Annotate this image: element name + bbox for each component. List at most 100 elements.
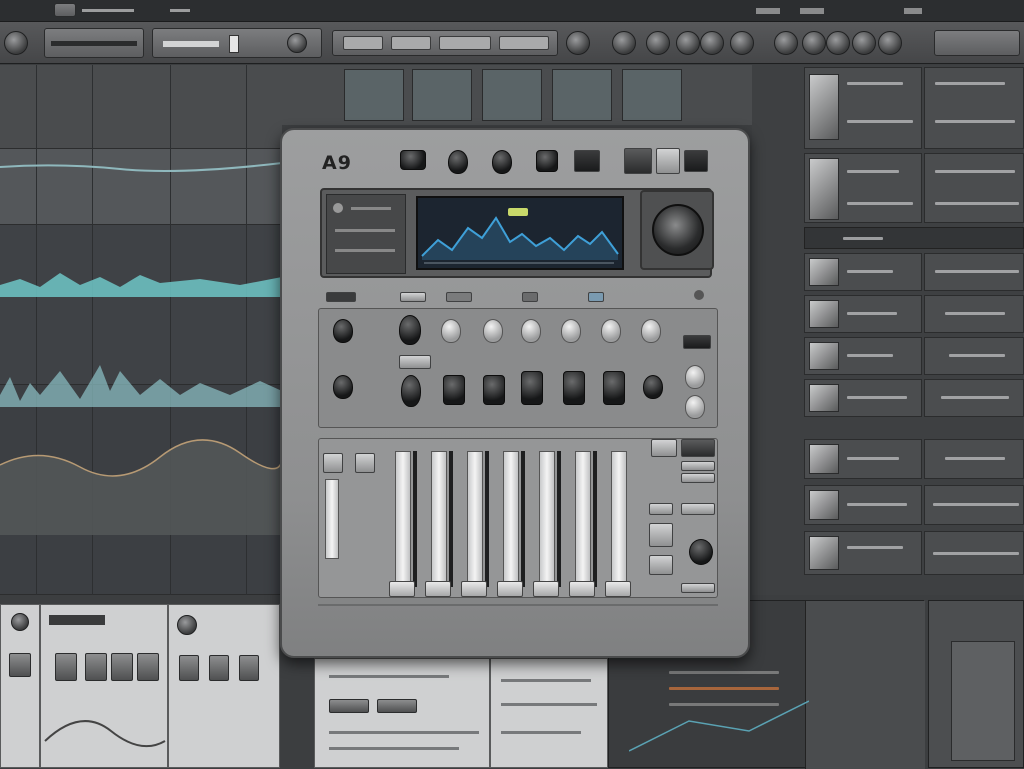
side-button[interactable]	[681, 503, 715, 515]
fader-cap[interactable]	[605, 581, 631, 597]
browser-item[interactable]	[924, 531, 1024, 575]
menu-item[interactable]	[82, 9, 134, 12]
channel-fader[interactable]	[503, 451, 519, 587]
browser-item[interactable]	[924, 153, 1024, 223]
control-knob[interactable]	[563, 371, 585, 405]
side-button[interactable]	[649, 555, 673, 575]
control-knob[interactable]	[521, 319, 541, 343]
top-knob[interactable]	[536, 150, 558, 172]
browser-item[interactable]	[924, 337, 1024, 375]
control-knob[interactable]	[601, 319, 621, 343]
rewind-icon[interactable]	[566, 31, 590, 55]
channel-fader[interactable]	[467, 451, 483, 587]
punch-in-icon[interactable]	[730, 31, 754, 55]
fader-button[interactable]	[323, 453, 343, 473]
browser-item[interactable]	[924, 295, 1024, 333]
side-button[interactable]	[681, 461, 715, 471]
pad-button[interactable]	[9, 653, 31, 677]
small-button[interactable]	[326, 292, 356, 302]
fader-cap[interactable]	[461, 581, 487, 597]
side-button[interactable]	[649, 523, 673, 547]
browser-item[interactable]	[804, 379, 922, 417]
control-knob[interactable]	[333, 319, 353, 343]
control-knob[interactable]	[401, 375, 421, 407]
top-knob[interactable]	[448, 150, 468, 174]
clip-thumbnail[interactable]	[622, 69, 682, 121]
control-button[interactable]	[683, 335, 711, 349]
side-button[interactable]	[651, 439, 677, 457]
browser-item[interactable]	[924, 67, 1024, 149]
control-knob[interactable]	[643, 375, 663, 399]
control-knob[interactable]	[603, 371, 625, 405]
encoder-knob[interactable]	[689, 539, 713, 565]
browser-item[interactable]	[804, 253, 922, 291]
channel-fader[interactable]	[395, 451, 411, 587]
jog-wheel-icon[interactable]	[652, 204, 704, 256]
knob-icon[interactable]	[177, 615, 197, 635]
control-knob[interactable]	[483, 319, 503, 343]
pad-button[interactable]	[239, 655, 259, 681]
settings-icon[interactable]	[878, 31, 902, 55]
mode-button[interactable]	[624, 148, 652, 174]
knob-icon[interactable]	[11, 613, 29, 631]
browser-category-header[interactable]	[804, 227, 1024, 249]
app-icon[interactable]	[54, 3, 76, 17]
mode-button[interactable]	[574, 150, 600, 172]
small-button[interactable]	[588, 292, 604, 302]
panel-button[interactable]	[377, 699, 417, 713]
browser-item[interactable]	[804, 153, 922, 223]
marker-icon[interactable]	[774, 31, 798, 55]
control-knob[interactable]	[443, 375, 465, 405]
small-button[interactable]	[522, 292, 538, 302]
mode-button[interactable]	[656, 148, 680, 174]
channel-fader[interactable]	[611, 451, 627, 587]
mixer-icon[interactable]	[852, 31, 876, 55]
control-knob[interactable]	[685, 395, 705, 419]
browser-item[interactable]	[924, 379, 1024, 417]
browser-item[interactable]	[804, 295, 922, 333]
clip-thumbnail[interactable]	[412, 69, 472, 121]
metronome-icon[interactable]	[287, 33, 307, 53]
channel-fader[interactable]	[431, 451, 447, 587]
control-knob[interactable]	[399, 315, 421, 345]
fader-cap[interactable]	[497, 581, 523, 597]
mode-button[interactable]	[684, 150, 708, 172]
stop-icon[interactable]	[676, 31, 700, 55]
clip-thumbnail[interactable]	[344, 69, 404, 121]
side-button[interactable]	[649, 503, 673, 515]
channel-fader[interactable]	[575, 451, 591, 587]
browser-item[interactable]	[804, 67, 922, 149]
control-knob[interactable]	[333, 375, 353, 399]
fader-button[interactable]	[355, 453, 375, 473]
small-button[interactable]	[400, 292, 426, 302]
loop-icon[interactable]	[700, 31, 724, 55]
pad-button[interactable]	[85, 653, 107, 681]
pad-button[interactable]	[111, 653, 133, 681]
control-button[interactable]	[399, 355, 431, 369]
pad-button[interactable]	[179, 655, 199, 681]
power-icon[interactable]	[4, 31, 28, 55]
control-knob[interactable]	[441, 319, 461, 343]
control-knob[interactable]	[483, 375, 505, 405]
browser-item[interactable]	[804, 439, 922, 479]
clip-thumbnail[interactable]	[552, 69, 612, 121]
control-knob[interactable]	[641, 319, 661, 343]
pad-button[interactable]	[137, 653, 159, 681]
channel-fader[interactable]	[325, 479, 339, 559]
pad-button[interactable]	[209, 655, 229, 681]
side-button[interactable]	[681, 583, 715, 593]
fader-cap[interactable]	[533, 581, 559, 597]
tempo-toggle[interactable]	[229, 35, 239, 53]
fader-cap[interactable]	[425, 581, 451, 597]
browser-item[interactable]	[804, 485, 922, 525]
side-button[interactable]	[681, 473, 715, 483]
top-knob[interactable]	[400, 150, 426, 170]
top-knob[interactable]	[492, 150, 512, 174]
snap-icon[interactable]	[802, 31, 826, 55]
control-knob[interactable]	[685, 365, 705, 389]
channel-fader[interactable]	[539, 451, 555, 587]
browser-item[interactable]	[924, 485, 1024, 525]
fader-cap[interactable]	[389, 581, 415, 597]
side-button[interactable]	[681, 439, 715, 457]
record-icon[interactable]	[612, 31, 636, 55]
